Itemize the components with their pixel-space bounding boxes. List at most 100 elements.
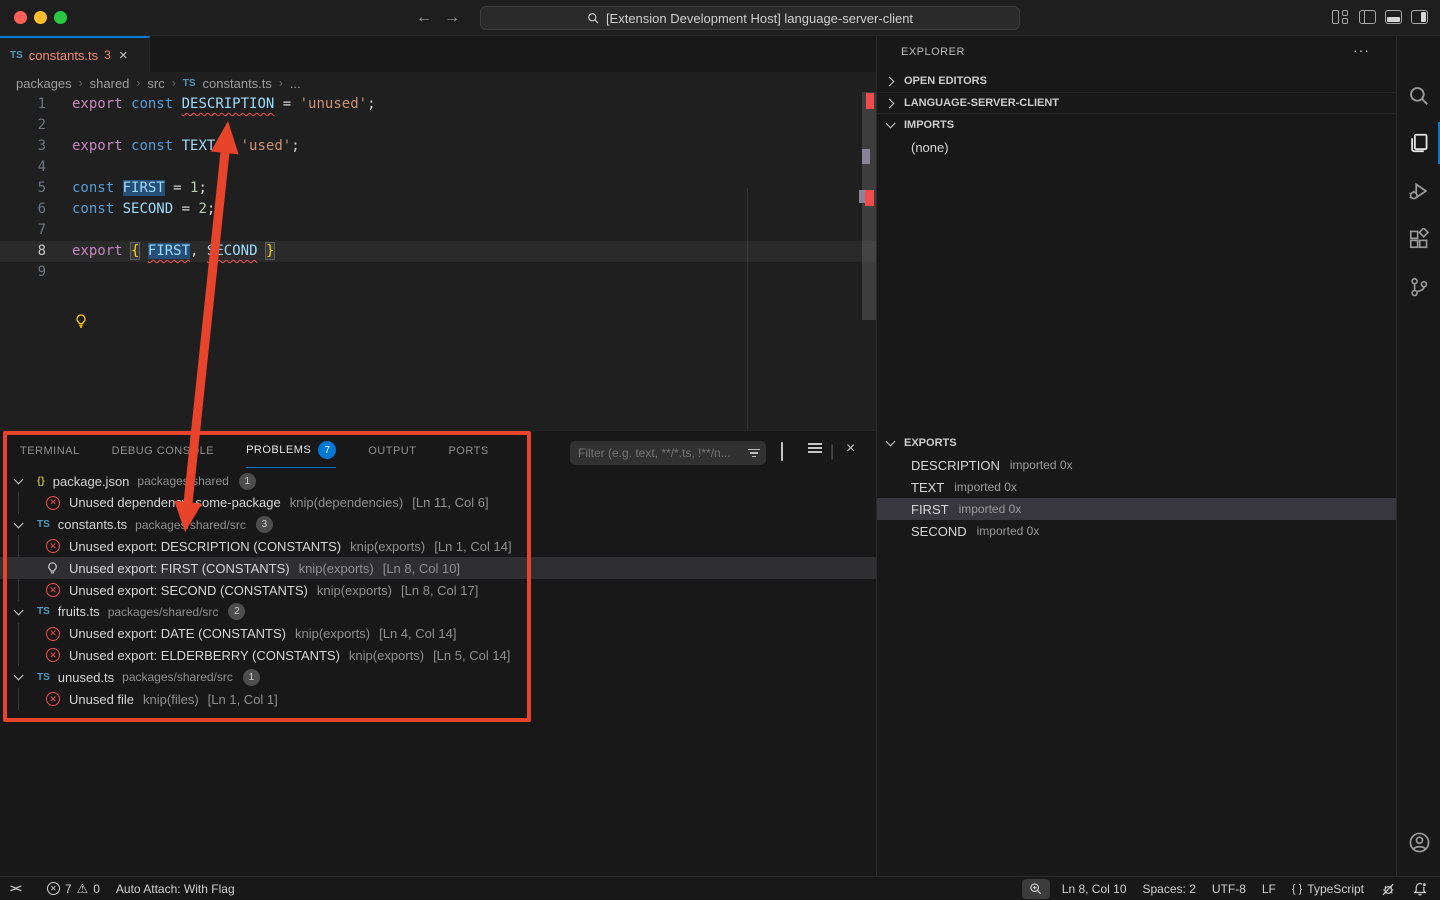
- problems-file-row[interactable]: {}package.jsonpackages/shared1: [0, 470, 876, 492]
- extensions-icon[interactable]: [1397, 217, 1440, 261]
- code-editor[interactable]: 1export const DESCRIPTION = 'unused';23e…: [0, 94, 876, 430]
- line-number: 2: [0, 115, 46, 136]
- problems-summary[interactable]: ✕ 7 ⚠ 0: [39, 877, 108, 900]
- problem-source: knip(dependencies): [290, 495, 403, 510]
- close-window-button[interactable]: [14, 11, 27, 24]
- imports-none-item[interactable]: (none): [877, 136, 1397, 158]
- problems-file-row[interactable]: TSfruits.tspackages/shared/src2: [0, 601, 876, 623]
- problem-item-row[interactable]: Unused export: FIRST (CONSTANTS)knip(exp…: [0, 557, 876, 579]
- problem-item-row[interactable]: ✕Unused export: SECOND (CONSTANTS)knip(e…: [0, 579, 876, 601]
- cursor-position[interactable]: Ln 8, Col 10: [1054, 877, 1135, 900]
- remote-indicator-icon[interactable]: ><: [0, 877, 29, 900]
- search-icon[interactable]: [1397, 74, 1440, 118]
- overview-error-mark: [866, 93, 874, 109]
- export-item-second[interactable]: SECONDimported 0x: [877, 520, 1397, 542]
- error-icon: ✕: [46, 692, 60, 706]
- typescript-file-icon: TS: [37, 519, 50, 530]
- quick-fix-lightbulb-icon[interactable]: [73, 313, 89, 329]
- line-number: 1: [0, 94, 46, 115]
- toggle-primary-sidebar-icon[interactable]: [1359, 10, 1376, 24]
- tab-close-icon[interactable]: ×: [119, 47, 128, 64]
- code-line-8[interactable]: 8export { FIRST, SECOND }: [0, 241, 876, 262]
- section-imports[interactable]: IMPORTS: [877, 114, 1397, 136]
- code-line-3[interactable]: 3export const TEXT = 'used';: [0, 136, 876, 157]
- breadcrumb-item[interactable]: constants.ts: [203, 76, 272, 91]
- line-number: 9: [0, 262, 46, 283]
- section-language-server-client[interactable]: LANGUAGE-SERVER-CLIENT: [877, 92, 1397, 114]
- problem-item-row[interactable]: ✕Unused export: ELDERBERRY (CONSTANTS)kn…: [0, 644, 876, 666]
- export-item-first[interactable]: FIRSTimported 0x: [877, 498, 1397, 520]
- more-actions-icon[interactable]: ···: [1353, 42, 1370, 58]
- section-label: LANGUAGE-SERVER-CLIENT: [904, 97, 1059, 109]
- command-center-search[interactable]: [Extension Development Host] language-se…: [480, 6, 1020, 30]
- export-import-count: imported 0x: [1010, 458, 1073, 472]
- run-debug-icon[interactable]: [1397, 169, 1440, 213]
- code-line-5[interactable]: 5const FIRST = 1;: [0, 178, 876, 199]
- section-exports[interactable]: EXPORTS: [877, 432, 1397, 454]
- problems-file-row[interactable]: TSunused.tspackages/shared/src1: [0, 666, 876, 688]
- panel-tab-terminal[interactable]: TERMINAL: [20, 441, 80, 468]
- problem-message: Unused export: SECOND (CONSTANTS): [69, 583, 308, 598]
- section-open-editors[interactable]: OPEN EDITORS: [877, 70, 1397, 92]
- source-control-icon[interactable]: [1397, 265, 1440, 309]
- editor-scrollbar[interactable]: [862, 92, 876, 320]
- code-line-9[interactable]: 9: [0, 262, 876, 283]
- export-item-text[interactable]: TEXTimported 0x: [877, 476, 1397, 498]
- code-line-7[interactable]: 7: [0, 220, 876, 241]
- panel-tab-problems[interactable]: PROBLEMS7: [246, 441, 336, 468]
- problem-item-row[interactable]: ✕Unused fileknip(files)[Ln 1, Col 1]: [0, 688, 876, 710]
- breadcrumb-item[interactable]: packages: [16, 76, 72, 91]
- close-panel-icon[interactable]: ×: [846, 440, 855, 458]
- back-arrow-icon[interactable]: ←: [412, 6, 436, 30]
- breadcrumb-item[interactable]: src: [147, 76, 164, 91]
- toggle-panel-icon[interactable]: [1385, 10, 1402, 24]
- customize-layout-icon[interactable]: [1332, 10, 1349, 24]
- tab-constants-ts[interactable]: TS constants.ts 3 ×: [0, 36, 150, 72]
- problem-position: [Ln 1, Col 1]: [208, 692, 278, 707]
- problem-message: Unused dependency: some-package: [69, 495, 281, 510]
- collapse-all-icon[interactable]: [781, 443, 783, 461]
- view-as-table-icon[interactable]: [808, 443, 822, 453]
- eol-setting[interactable]: LF: [1254, 877, 1284, 900]
- problem-position: [Ln 8, Col 17]: [401, 583, 478, 598]
- problem-item-row[interactable]: ✕Unused export: DESCRIPTION (CONSTANTS)k…: [0, 535, 876, 557]
- minimize-window-button[interactable]: [34, 11, 47, 24]
- problems-file-row[interactable]: TSconstants.tspackages/shared/src3: [0, 514, 876, 536]
- chevron-right-icon: [886, 98, 896, 108]
- account-icon[interactable]: [1397, 820, 1440, 864]
- panel-tab-output[interactable]: OUTPUT: [368, 441, 416, 468]
- problem-item-row[interactable]: ✕Unused dependency: some-packageknip(dep…: [0, 492, 876, 514]
- search-icon: [587, 12, 600, 25]
- explorer-files-icon[interactable]: [1397, 121, 1440, 165]
- problems-count-badge: 7: [318, 441, 336, 459]
- zoom-indicator[interactable]: [1022, 879, 1050, 899]
- notifications-bell-icon[interactable]: [1404, 877, 1440, 900]
- panel-tab-ports[interactable]: PORTS: [448, 441, 488, 468]
- debug-disabled-icon[interactable]: [1372, 877, 1404, 900]
- breadcrumb[interactable]: packages›shared›src›TSconstants.ts›...: [0, 72, 876, 94]
- panel-tab-debug-console[interactable]: DEBUG CONSOLE: [112, 441, 214, 468]
- code-line-6[interactable]: 6const SECOND = 2;: [0, 199, 876, 220]
- language-mode[interactable]: { } TypeScript: [1284, 877, 1372, 900]
- code-line-1[interactable]: 1export const DESCRIPTION = 'unused';: [0, 94, 876, 115]
- indentation-setting[interactable]: Spaces: 2: [1135, 877, 1204, 900]
- code-line-4[interactable]: 4: [0, 157, 876, 178]
- file-name: constants.ts: [58, 517, 127, 532]
- breadcrumb-separator: ›: [79, 76, 83, 90]
- export-item-description[interactable]: DESCRIPTIONimported 0x: [877, 454, 1397, 476]
- problems-filter-input[interactable]: [578, 446, 748, 460]
- toggle-secondary-sidebar-icon[interactable]: [1411, 10, 1428, 24]
- export-import-count: imported 0x: [977, 524, 1040, 538]
- problems-filter-box[interactable]: [570, 441, 766, 465]
- code-line-2[interactable]: 2: [0, 115, 876, 136]
- breadcrumb-item[interactable]: shared: [90, 76, 130, 91]
- encoding-setting[interactable]: UTF-8: [1204, 877, 1254, 900]
- maximize-window-button[interactable]: [54, 11, 67, 24]
- breadcrumb-item[interactable]: ...: [290, 76, 301, 91]
- problem-item-row[interactable]: ✕Unused export: DATE (CONSTANTS)knip(exp…: [0, 623, 876, 645]
- forward-arrow-icon[interactable]: →: [440, 6, 464, 30]
- breadcrumb-separator: ›: [172, 76, 176, 90]
- tab-problem-count: 3: [104, 48, 111, 62]
- auto-attach-status[interactable]: Auto Attach: With Flag: [108, 877, 243, 900]
- braces-icon: { }: [1292, 883, 1302, 895]
